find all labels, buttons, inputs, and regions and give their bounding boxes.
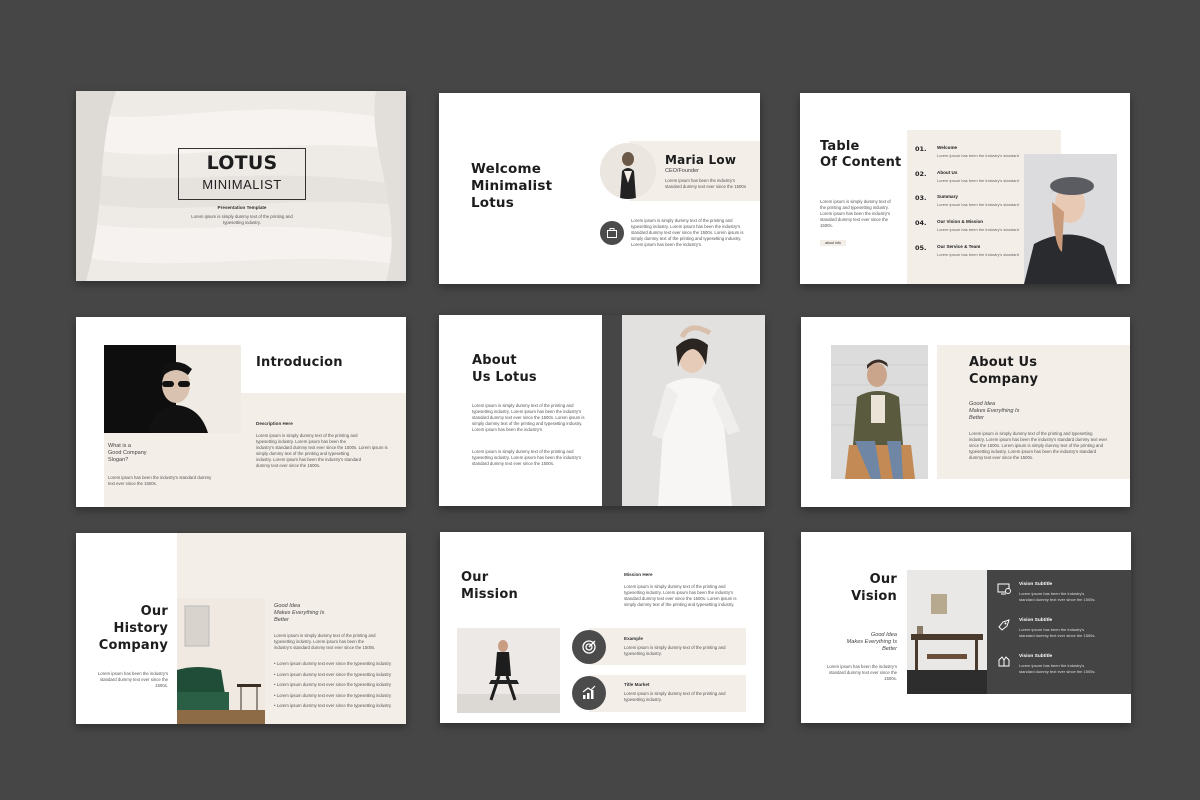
list-item: • Lorem ipsum dummy text ever since the …	[274, 703, 392, 708]
about-company-idea-1: Good Idea	[969, 401, 996, 407]
welcome-heading-2: Minimalist	[471, 178, 553, 194]
welcome-heading-1: Welcome	[471, 161, 542, 177]
toc-heading-1: Table	[820, 139, 860, 154]
welcome-heading-3: Lotus	[471, 195, 514, 211]
mission-heading-2: Mission	[461, 587, 518, 602]
slide-about-us-company[interactable]: About Us Company Good Idea Makes Everyth…	[801, 317, 1130, 507]
woman-white-dress-photo	[622, 315, 765, 506]
about-company-text-5: dummy text ever since the 1500s.	[969, 455, 1034, 460]
about-company-heading-1: About Us	[969, 355, 1038, 370]
history-heading-3: Company	[98, 638, 168, 653]
target-icon	[572, 630, 606, 664]
vision-heading-1: Our	[869, 572, 897, 587]
slide-our-mission[interactable]: Our Mission Mission Here Lorem ipsum is …	[440, 532, 764, 723]
slide-divider	[602, 315, 622, 506]
cover-title: LOTUS	[206, 152, 278, 174]
about-company-idea-2: Makes Everything Is	[969, 408, 1020, 414]
briefcase-icon	[600, 221, 624, 245]
about-info-button[interactable]: about info	[820, 240, 846, 246]
mission-label: Mission Here	[624, 572, 653, 577]
vision-item-desc-1: Lorem ipsum has been the industry's	[1019, 663, 1085, 668]
list-item: • Lorem ipsum dummy text ever since the …	[274, 692, 392, 698]
vision-idea-3: Better	[882, 646, 897, 652]
mission-text-4: simply dummy text of the printing and ty…	[624, 602, 735, 607]
vision-item[interactable]: Vision Subtitle Lorem ipsum has been the…	[997, 616, 1127, 646]
slide-welcome[interactable]: Welcome Minimalist Lotus Maria Low CEO/F…	[439, 93, 760, 284]
vision-left-text-3: 1500s.	[884, 676, 897, 681]
history-idea-1: Good Idea	[274, 603, 301, 609]
profile-role: CEO/Founder	[665, 168, 699, 174]
monitor-icon	[997, 582, 1011, 601]
slide-our-vision[interactable]: Our Vision Good Idea Makes Everything Is…	[801, 532, 1131, 723]
vision-item-title: Vision Subtitle	[1019, 618, 1053, 623]
man-sitting-photo	[831, 345, 928, 479]
intro-desc-6: dummy text ever since the 1500s.	[256, 463, 321, 468]
about-company-heading-2: Company	[969, 372, 1039, 387]
about-company-idea-3: Better	[969, 415, 984, 421]
history-bullets: • Lorem ipsum dummy text ever since the …	[274, 659, 391, 712]
mission-heading-1: Our	[461, 570, 489, 585]
vision-item-desc-2: standard dummy text ever since the 1500s…	[1019, 597, 1096, 602]
list-item: • Lorem ipsum dummy text ever since the …	[274, 671, 392, 677]
toc-heading-2: Of Content	[820, 155, 902, 170]
vision-item-title: Vision Subtitle	[1019, 654, 1053, 659]
list-item: • Lorem ipsum dummy text ever since the …	[274, 682, 392, 687]
history-left-text-3: 1500s.	[155, 683, 168, 688]
vision-item-desc-1: Lorem ipsum has been the industry's	[1019, 627, 1085, 632]
profile-bio-2: standard dummy text ever since the 1500s	[665, 184, 746, 189]
vision-idea-1: Good Idea	[870, 632, 897, 638]
welcome-text-5: Lorem ipsum has been the industry's	[631, 242, 702, 247]
example-text-2: typesetting industry.	[624, 651, 662, 656]
intro-heading: Introducion	[256, 355, 343, 370]
title-market-text-2: typesetting industry.	[624, 697, 662, 702]
history-heading-1: Our	[140, 604, 168, 619]
growth-chart-icon	[572, 676, 606, 710]
vision-item-desc-1: Lorem ipsum has been the industry's	[1019, 591, 1085, 596]
title-market-label: Title Market	[624, 682, 650, 687]
cover-subtitle: MINIMALIST	[202, 177, 282, 192]
interior-photo	[907, 570, 987, 694]
intro-question-text-2: text ever since the 1500s.	[108, 481, 157, 486]
intro-bg-left	[104, 427, 174, 507]
slide-cover[interactable]: LOTUS MINIMALIST Presentation Template L…	[76, 91, 406, 281]
profile-photo	[600, 143, 656, 199]
about-heading-2: Us Lotus	[472, 370, 537, 385]
vision-idea-2: Makes Everything Is	[846, 639, 897, 645]
slide-about-us-lotus[interactable]: About Us Lotus Lorem ipsum is simply dum…	[439, 315, 765, 506]
vision-item[interactable]: Vision Subtitle Lorem ipsum has been the…	[997, 580, 1127, 610]
history-idea-3: Better	[274, 617, 289, 623]
slide-introduction[interactable]: Introducion What is a Good Company Sloga…	[76, 317, 406, 507]
history-text-3: industry's standard dummy text ever sinc…	[274, 645, 376, 650]
intro-question-1: What is a	[108, 443, 131, 449]
vision-item-desc-2: standard dummy text ever since the 1500s…	[1019, 633, 1096, 638]
list-item: • Lorem ipsum dummy text ever since the …	[274, 661, 392, 666]
slide-our-history[interactable]: Our History Company Lorem ipsum has been…	[76, 533, 406, 724]
vision-heading-2: Vision	[851, 589, 897, 604]
intro-desc-label: Description Here	[256, 421, 293, 426]
about-heading-1: About	[472, 353, 517, 368]
woman-with-hat-photo	[1024, 154, 1117, 284]
cover-tag: Presentation Template	[217, 205, 267, 210]
about-text-5: Lorem ipsum has been the industry's	[472, 427, 543, 432]
history-idea-2: Makes Everything Is	[274, 610, 325, 616]
cover-text-2: typesetting industry.	[223, 220, 261, 225]
profile-name: Maria Low	[665, 153, 737, 167]
vision-item-title: Vision Subtitle	[1019, 582, 1053, 587]
vision-item[interactable]: Vision Subtitle Lorem ipsum has been the…	[997, 652, 1127, 682]
dancer-photo	[457, 628, 560, 713]
about-text-8: standard dummy text ever since the 1500s…	[472, 461, 555, 466]
rocket-icon	[997, 618, 1011, 637]
hands-icon	[997, 654, 1011, 673]
example-label: Example	[624, 636, 643, 641]
green-sofa-photo	[177, 598, 265, 724]
toc-text-5: 1500s.	[820, 223, 833, 228]
woman-sunglasses-photo	[104, 345, 241, 433]
slide-table-of-content[interactable]: Table Of Content Lorem ipsum is simply d…	[800, 93, 1130, 284]
history-heading-2: History	[113, 621, 168, 636]
intro-question-2: Good Company	[108, 450, 147, 456]
vision-item-desc-2: standard dummy text ever since the 1500s…	[1019, 669, 1096, 674]
intro-question-3: Slogan?	[108, 457, 129, 463]
